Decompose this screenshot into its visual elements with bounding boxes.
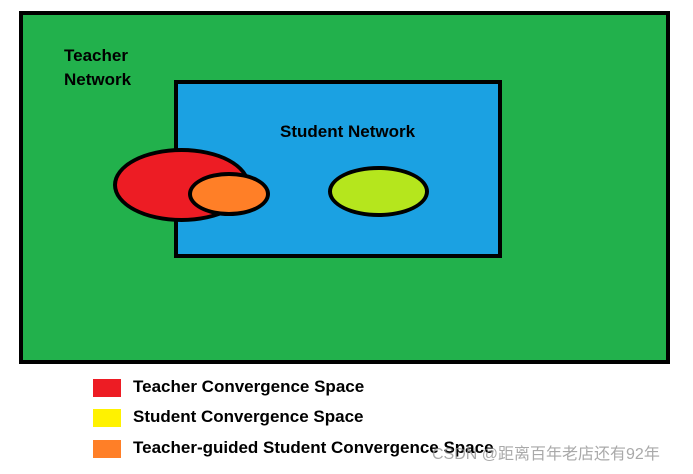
legend-swatch-yellow: [93, 409, 121, 427]
teacher-network-label-line1: Teacher: [64, 46, 128, 65]
watermark-text: CSDN @距离百年老店还有92年: [432, 446, 660, 463]
legend-swatch-orange: [93, 440, 121, 458]
convergence-diagram: Teacher Network Student Network: [0, 0, 693, 474]
student-network-label: Student Network: [280, 122, 416, 141]
legend-swatch-red: [93, 379, 121, 397]
teacher-network-label-line2: Network: [64, 70, 132, 89]
teacher-network-label: Teacher Network: [64, 44, 131, 92]
legend-label: Student Convergence Space: [133, 407, 364, 426]
teacher-guided-convergence-ellipse: [188, 172, 270, 216]
legend-label: Teacher Convergence Space: [133, 377, 365, 396]
student-convergence-ellipse: [328, 166, 429, 217]
